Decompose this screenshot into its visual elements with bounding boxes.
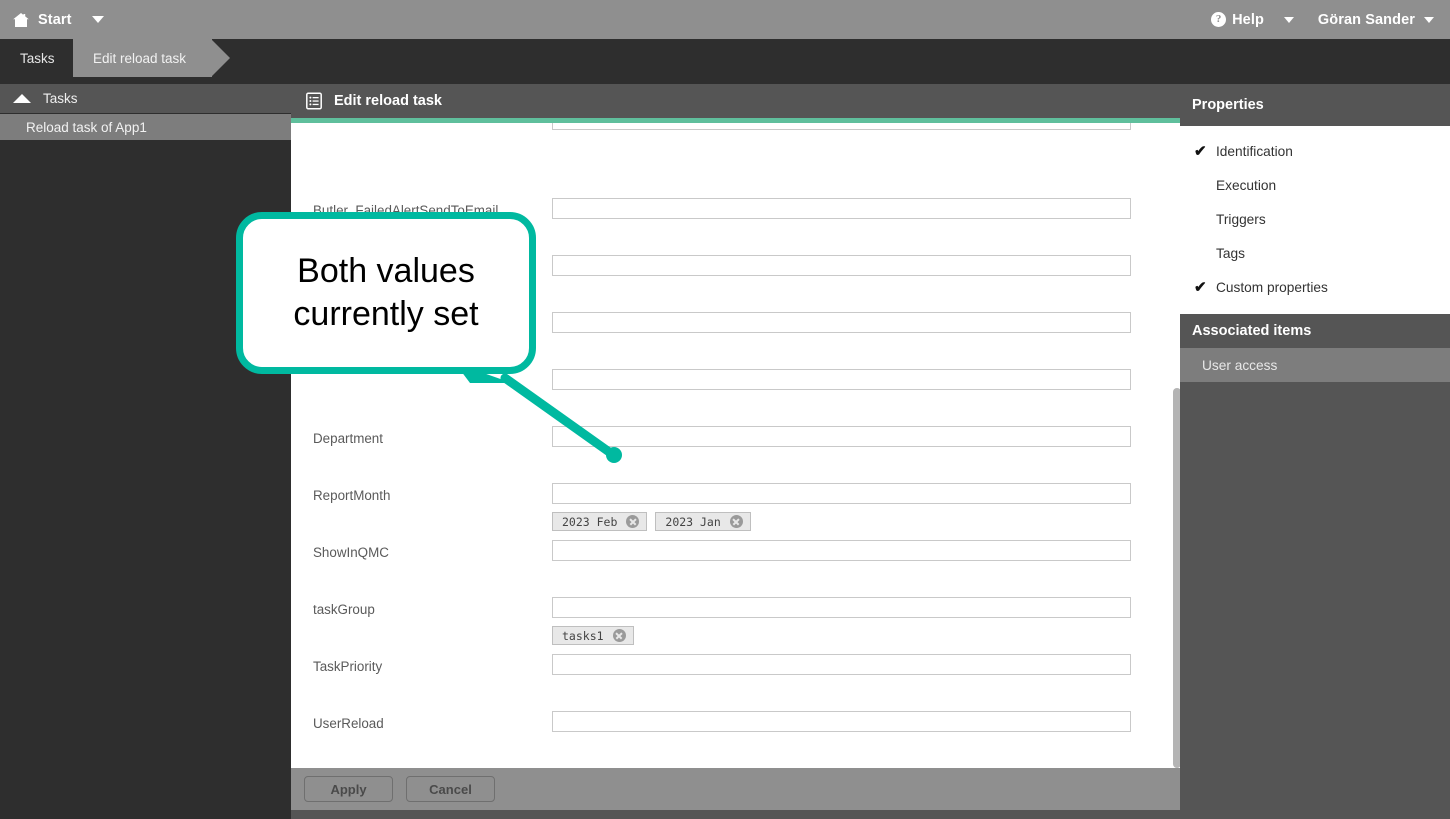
right-sidebar: Properties ✔ Identification Execution Tr… <box>1180 84 1450 819</box>
panel-header: Edit reload task <box>291 84 1180 118</box>
breadcrumb-label: Edit reload task <box>93 50 187 66</box>
close-icon[interactable] <box>612 629 626 642</box>
panel-title: Edit reload task <box>334 93 442 109</box>
text-input-department[interactable] <box>552 426 1131 447</box>
chevron-down-icon[interactable] <box>1424 16 1434 23</box>
sidebar-section-label: Tasks <box>43 91 78 106</box>
property-item-custom-properties[interactable]: ✔ Custom properties <box>1180 270 1450 304</box>
property-label: Identification <box>1216 143 1293 159</box>
property-item-triggers[interactable]: Triggers <box>1180 202 1450 236</box>
text-input-butler-failedalertsendtoemail[interactable] <box>552 198 1131 219</box>
breadcrumb-item-edit-reload-task[interactable]: Edit reload task <box>73 39 231 77</box>
check-icon: ✔ <box>1194 142 1207 160</box>
breadcrumb-label: Tasks <box>20 50 55 66</box>
text-input-3[interactable] <box>552 312 1131 333</box>
help-menu[interactable]: ? Help <box>1211 12 1294 28</box>
form-row-partial <box>291 123 1180 143</box>
sidebar-item-reload-task-of-app1[interactable]: Reload task of App1 <box>0 114 291 140</box>
property-label: Triggers <box>1216 211 1266 227</box>
property-item-identification[interactable]: ✔ Identification <box>1180 134 1450 168</box>
task-document-icon <box>306 92 322 110</box>
apply-button[interactable]: Apply <box>304 776 393 802</box>
chip[interactable]: 2023 Jan <box>655 512 751 531</box>
text-input-partial[interactable] <box>552 123 1131 130</box>
help-label: Help <box>1232 11 1264 28</box>
chevron-up-icon <box>13 94 31 103</box>
chip-label: 2023 Feb <box>562 514 618 529</box>
field-label: UserReload <box>313 716 384 731</box>
text-input-4[interactable] <box>552 369 1131 390</box>
question-mark-icon: ? <box>1211 12 1227 27</box>
associated-item-label: User access <box>1202 357 1278 373</box>
breadcrumb-item-tasks[interactable]: Tasks <box>0 39 81 77</box>
field-label: ShowInQMC <box>313 545 389 560</box>
properties-list: ✔ Identification Execution Triggers Tags… <box>1180 126 1450 314</box>
text-input-showinqmc[interactable] <box>552 540 1131 561</box>
text-input-2[interactable] <box>552 255 1131 276</box>
sidebar-section-tasks[interactable]: Tasks <box>0 84 291 114</box>
chip-list-taskgroup: tasks1 <box>552 626 634 645</box>
text-input-taskpriority[interactable] <box>552 654 1131 675</box>
text-input-taskgroup[interactable] <box>552 597 1131 618</box>
chip-label: 2023 Jan <box>665 514 721 529</box>
start-label: Start <box>38 11 72 28</box>
property-item-tags[interactable]: Tags <box>1180 236 1450 270</box>
properties-title: Properties <box>1192 97 1264 113</box>
field-label: Butler_FailedAlertSendToEmail <box>313 203 499 218</box>
top-navigation-bar: Start ? Help Göran Sander <box>0 0 1450 39</box>
close-icon[interactable] <box>729 515 743 528</box>
property-item-execution[interactable]: Execution <box>1180 168 1450 202</box>
text-input-reportmonth[interactable] <box>552 483 1131 504</box>
property-label: Tags <box>1216 245 1245 261</box>
user-label: Göran Sander <box>1317 11 1415 28</box>
check-icon: ✔ <box>1194 278 1207 296</box>
cancel-button[interactable]: Cancel <box>406 776 495 802</box>
chevron-down-icon[interactable] <box>91 16 104 23</box>
custom-properties-form: Butler_FailedAlertSendToEmail Department… <box>291 123 1180 780</box>
field-label: TaskPriority <box>313 659 383 674</box>
breadcrumb: Tasks Edit reload task <box>0 39 1450 77</box>
associated-item-user-access[interactable]: User access <box>1180 348 1450 382</box>
chip[interactable]: tasks1 <box>552 626 634 645</box>
associated-items-title: Associated items <box>1180 314 1450 348</box>
field-label: Department <box>313 431 383 446</box>
property-label: Custom properties <box>1216 279 1328 295</box>
breadcrumb-arrow-icon <box>211 39 231 77</box>
chip-list-reportmonth: 2023 Feb 2023 Jan <box>552 512 751 531</box>
property-label: Execution <box>1216 177 1277 193</box>
edit-reload-task-panel: Edit reload task Butler_FailedAlertSendT… <box>291 84 1180 819</box>
text-input-userreload[interactable] <box>552 711 1131 732</box>
home-icon <box>12 11 30 29</box>
panel-footer: Apply Cancel <box>291 768 1180 810</box>
chip-label: tasks1 <box>562 628 604 643</box>
field-label: taskGroup <box>313 602 375 617</box>
sidebar-item-label: Reload task of App1 <box>26 119 147 135</box>
left-sidebar: Tasks Reload task of App1 <box>0 84 291 819</box>
chevron-down-icon[interactable] <box>1283 16 1294 23</box>
close-icon[interactable] <box>626 515 640 528</box>
user-menu[interactable]: Göran Sander <box>1318 12 1434 28</box>
field-label: ReportMonth <box>313 488 391 503</box>
start-menu[interactable]: Start <box>0 11 104 29</box>
chip[interactable]: 2023 Feb <box>552 512 648 531</box>
